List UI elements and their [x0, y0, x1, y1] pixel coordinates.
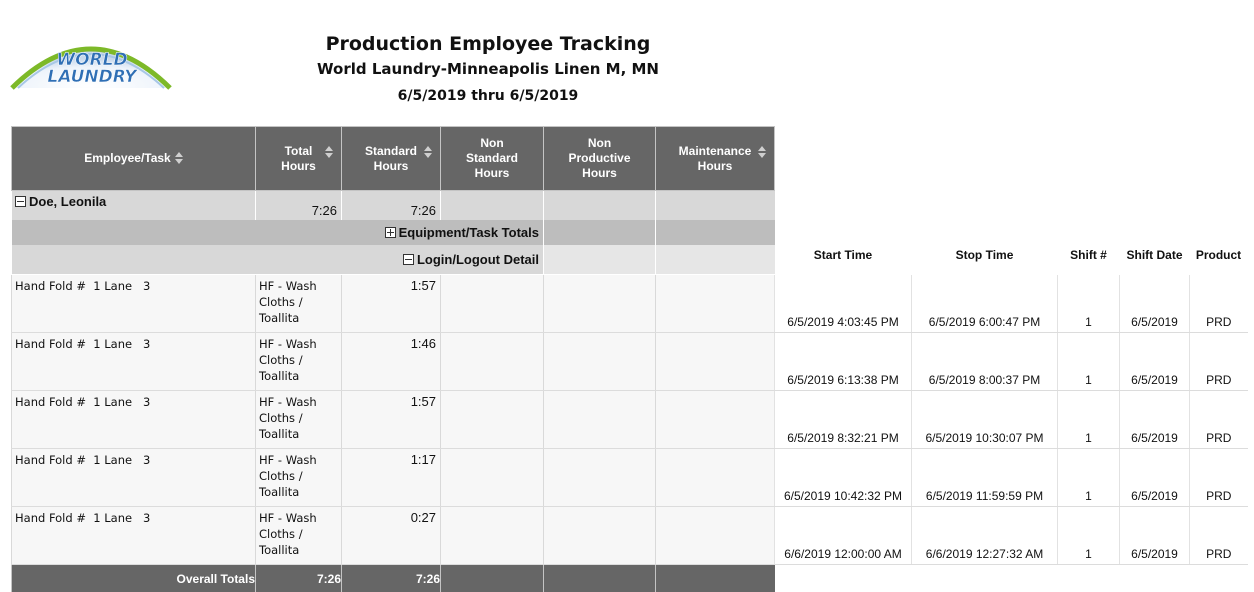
- collapse-icon[interactable]: [15, 196, 26, 207]
- overall-standard-hours: 7:26: [342, 565, 441, 592]
- report-table: Employee/Task TotalHours StandardHours N…: [11, 126, 1248, 592]
- row-total-hours: 1:17: [342, 449, 441, 507]
- shift-number: 1: [1058, 507, 1120, 565]
- employee-group-row: Doe, Leonila 7:26 7:26: [12, 191, 1248, 221]
- collapse-icon[interactable]: [403, 254, 414, 265]
- start-time: 6/6/2019 12:00:00 AM: [775, 507, 912, 565]
- shift-date: 6/5/2019: [1120, 391, 1190, 449]
- report-subtitle: World Laundry-Minneapolis Linen M, MN: [290, 59, 686, 79]
- employee-total-hours: 7:26: [256, 191, 342, 221]
- overall-total-hours: 7:26: [256, 565, 342, 592]
- product: PRD: [1190, 333, 1248, 391]
- equipment-totals-row[interactable]: Equipment/Task Totals: [12, 220, 1248, 245]
- row-total-hours: 1:57: [342, 391, 441, 449]
- col-non-productive-hours[interactable]: NonProductiveHours: [544, 127, 656, 191]
- shift-date: 6/5/2019: [1120, 333, 1190, 391]
- table-row: Hand Fold # 1 Lane 3 HF - WashCloths /To…: [12, 507, 1248, 565]
- col-shift-number: Shift #: [1058, 245, 1120, 275]
- logo-text-laundry: LAUNDRY: [47, 67, 138, 87]
- table-row: Hand Fold # 1 Lane 3 HF - WashCloths /To…: [12, 391, 1248, 449]
- shift-number: 1: [1058, 449, 1120, 507]
- sort-icon[interactable]: [175, 151, 183, 165]
- login-detail-row[interactable]: Login/Logout Detail Start Time Stop Time…: [12, 245, 1248, 275]
- col-employee-task[interactable]: Employee/Task: [12, 127, 256, 191]
- task-name: HF - WashCloths /Toallita: [256, 391, 342, 449]
- shift-number: 1: [1058, 391, 1120, 449]
- start-time: 6/5/2019 8:32:21 PM: [775, 391, 912, 449]
- col-standard-hours[interactable]: StandardHours: [342, 127, 441, 191]
- report-date-range: 6/5/2019 thru 6/5/2019: [290, 86, 686, 106]
- stop-time: 6/5/2019 11:59:59 PM: [912, 449, 1058, 507]
- product: PRD: [1190, 391, 1248, 449]
- col-non-standard-hours[interactable]: NonStandardHours: [441, 127, 544, 191]
- task-name: HF - WashCloths /Toallita: [256, 449, 342, 507]
- report-header: Production Employee Tracking World Laund…: [290, 32, 686, 106]
- table-row: Hand Fold # 1 Lane 3 HF - WashCloths /To…: [12, 449, 1248, 507]
- table-header: Employee/Task TotalHours StandardHours N…: [12, 127, 1248, 191]
- sort-icon[interactable]: [325, 145, 333, 159]
- product: PRD: [1190, 449, 1248, 507]
- shift-number: 1: [1058, 333, 1120, 391]
- shift-number: 1: [1058, 275, 1120, 333]
- task-name: HF - WashCloths /Toallita: [256, 507, 342, 565]
- col-start-time: Start Time: [775, 245, 912, 275]
- employee-station: Hand Fold # 1 Lane 3: [12, 391, 256, 449]
- row-total-hours: 1:46: [342, 333, 441, 391]
- world-laundry-logo: WORLD LAUNDRY: [8, 28, 174, 90]
- expand-icon[interactable]: [385, 227, 396, 238]
- stop-time: 6/5/2019 8:00:37 PM: [912, 333, 1058, 391]
- equipment-totals-label: Equipment/Task Totals: [399, 225, 539, 240]
- shift-date: 6/5/2019: [1120, 449, 1190, 507]
- stop-time: 6/5/2019 10:30:07 PM: [912, 391, 1058, 449]
- employee-station: Hand Fold # 1 Lane 3: [12, 507, 256, 565]
- product: PRD: [1190, 275, 1248, 333]
- sort-icon[interactable]: [424, 145, 432, 159]
- overall-totals-row: Overall Totals 7:26 7:26: [12, 565, 1248, 592]
- stop-time: 6/6/2019 12:27:32 AM: [912, 507, 1058, 565]
- product: PRD: [1190, 507, 1248, 565]
- col-product: Product: [1190, 245, 1248, 275]
- row-total-hours: 1:57: [342, 275, 441, 333]
- overall-totals-label: Overall Totals: [12, 565, 256, 592]
- col-shift-date: Shift Date: [1120, 245, 1190, 275]
- task-name: HF - WashCloths /Toallita: [256, 275, 342, 333]
- employee-name: Doe, Leonila: [29, 194, 106, 209]
- login-detail-label: Login/Logout Detail: [417, 252, 539, 267]
- table-row: Hand Fold # 1 Lane 3 HF - WashCloths /To…: [12, 333, 1248, 391]
- col-maintenance-hours[interactable]: MaintenanceHours: [656, 127, 775, 191]
- shift-date: 6/5/2019: [1120, 507, 1190, 565]
- start-time: 6/5/2019 6:13:38 PM: [775, 333, 912, 391]
- employee-station: Hand Fold # 1 Lane 3: [12, 275, 256, 333]
- sort-icon[interactable]: [758, 145, 766, 159]
- start-time: 6/5/2019 4:03:45 PM: [775, 275, 912, 333]
- table-row: Hand Fold # 1 Lane 3 HF - WashCloths /To…: [12, 275, 1248, 333]
- employee-standard-hours: 7:26: [342, 191, 441, 221]
- task-name: HF - WashCloths /Toallita: [256, 333, 342, 391]
- stop-time: 6/5/2019 6:00:47 PM: [912, 275, 1058, 333]
- shift-date: 6/5/2019: [1120, 275, 1190, 333]
- employee-station: Hand Fold # 1 Lane 3: [12, 449, 256, 507]
- col-stop-time: Stop Time: [912, 245, 1058, 275]
- col-total-hours[interactable]: TotalHours: [256, 127, 342, 191]
- row-total-hours: 0:27: [342, 507, 441, 565]
- report-title: Production Employee Tracking: [290, 32, 686, 57]
- start-time: 6/5/2019 10:42:32 PM: [775, 449, 912, 507]
- employee-station: Hand Fold # 1 Lane 3: [12, 333, 256, 391]
